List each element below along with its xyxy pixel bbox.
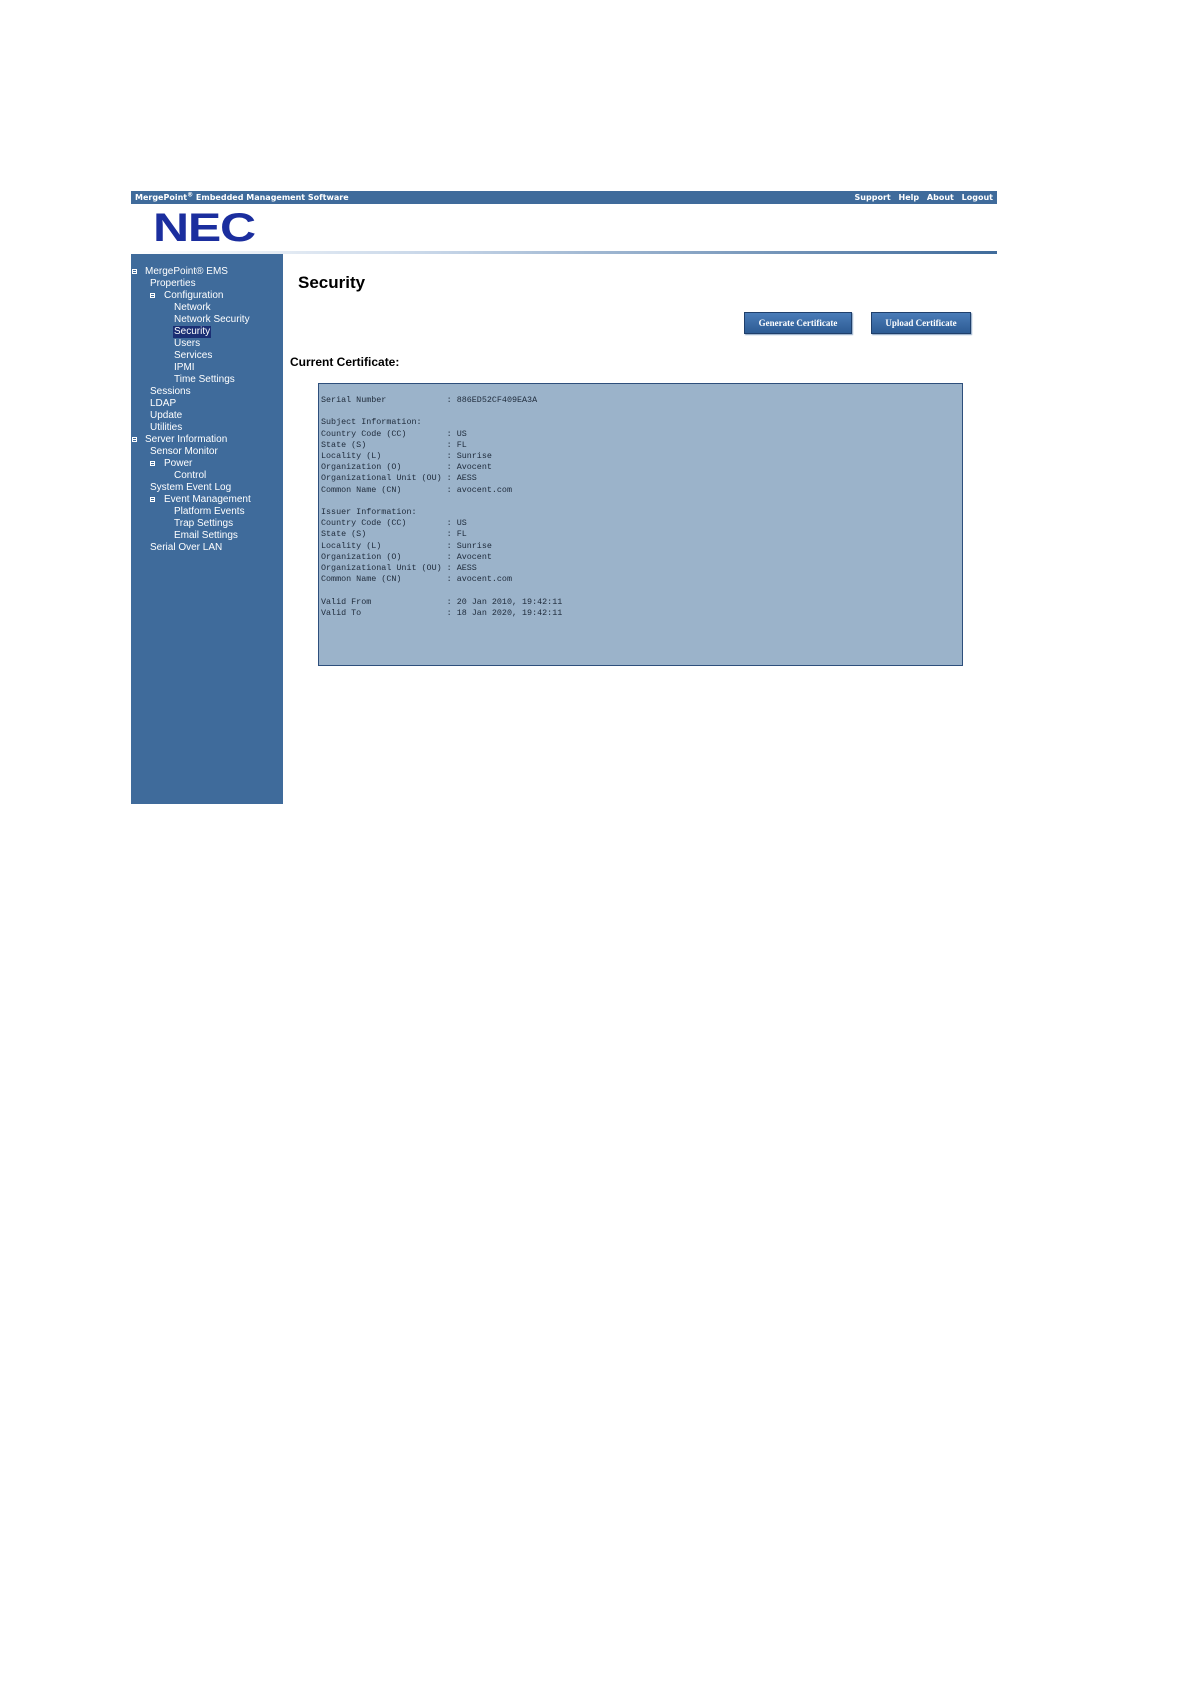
certificate-line: Valid From : 20 Jan 2010, 19:42:11 [321, 596, 563, 607]
collapse-toggle-icon[interactable] [150, 497, 155, 502]
certificate-line: Country Code (CC) : US [321, 518, 467, 529]
certificate-line: Locality (L) : Sunrise [321, 540, 492, 551]
certificate-line: Valid To : 18 Jan 2020, 19:42:11 [321, 607, 563, 618]
logo-header: NEC [131, 204, 997, 254]
about-link[interactable]: About [927, 193, 954, 202]
certificate-line: Locality (L) : Sunrise [321, 451, 492, 462]
sidebar-item-label: Services [174, 350, 213, 361]
logout-link[interactable]: Logout [962, 193, 993, 202]
sidebar-item-label: Network [174, 302, 211, 313]
sidebar-item-label: Server Information [145, 434, 228, 445]
sidebar-item-label: Sensor Monitor [150, 446, 218, 457]
certificate-line: Subject Information: [321, 417, 422, 428]
certificate-panel: Serial Number : 886ED52CF409EA3A Subject… [318, 383, 963, 666]
collapse-toggle-icon[interactable] [132, 269, 137, 274]
certificate-line: Country Code (CC) : US [321, 428, 467, 439]
certificate-line: Organizational Unit (OU) : AESS [321, 473, 477, 484]
collapse-toggle-icon[interactable] [132, 437, 137, 442]
sidebar-item-label: Platform Events [174, 506, 245, 517]
support-link[interactable]: Support [855, 193, 891, 202]
sidebar-item-label: Users [174, 338, 201, 349]
sidebar-item-label: IPMI [174, 362, 195, 373]
sidebar-item-label: Serial Over LAN [150, 542, 223, 553]
page-title: Security [298, 273, 366, 292]
sidebar-item-label: Time Settings [174, 374, 235, 385]
certificate-line: Common Name (CN) : avocent.com [321, 484, 512, 495]
help-link[interactable]: Help [899, 193, 920, 202]
certificate-line: Issuer Information: [321, 507, 417, 518]
generate-certificate-button[interactable]: Generate Certificate [744, 312, 852, 334]
sidebar-item-label: Trap Settings [174, 518, 234, 529]
sidebar-item-label: Security [173, 326, 212, 338]
sidebar-item-label: Update [150, 410, 183, 421]
collapse-toggle-icon[interactable] [150, 293, 155, 298]
certificate-details: Serial Number : 886ED52CF409EA3A Subject… [321, 395, 562, 619]
sidebar-item-label: Email Settings [174, 530, 238, 541]
collapse-toggle-icon[interactable] [150, 461, 155, 466]
current-certificate-label: Current Certificate: [290, 355, 400, 369]
sidebar-item-label: MergePoint® EMS [145, 266, 228, 277]
sidebar-item-label: Network Security [174, 314, 250, 325]
certificate-line: State (S) : FL [321, 439, 467, 450]
certificate-line: State (S) : FL [321, 529, 467, 540]
certificate-line: Organization (O) : Avocent [321, 462, 492, 473]
certificate-line: Serial Number : 886ED52CF409EA3A [321, 395, 538, 405]
brand-subtitle: Embedded Management Software [193, 193, 349, 202]
sidebar-item-label: Configuration [164, 290, 224, 301]
nec-logo: NEC [153, 206, 256, 250]
sidebar-item-label: Properties [150, 278, 196, 289]
top-bar: MergePoint® Embedded Management Software… [131, 191, 997, 204]
sidebar-item-label: Control [174, 470, 207, 481]
sidebar-item-label: LDAP [150, 398, 177, 409]
ems-window: MergePoint® Embedded Management Software… [131, 191, 997, 804]
product-title: MergePoint® Embedded Management Software [135, 191, 349, 204]
sidebar-item-label: System Event Log [150, 482, 232, 493]
sidebar-item-label: Event Management [164, 494, 251, 505]
certificate-line: Common Name (CN) : avocent.com [321, 574, 512, 585]
top-links: Support Help About Logout [850, 191, 993, 204]
main-content: Security Generate Certificate Upload Cer… [283, 254, 997, 804]
upload-certificate-button[interactable]: Upload Certificate [871, 312, 971, 334]
sidebar-item-label: Sessions [150, 386, 191, 397]
sidebar-item-label: Utilities [150, 422, 183, 433]
sidebar: MergePoint® EMS Properties Configuration Ne… [131, 254, 283, 804]
brand-name: MergePoint [135, 193, 188, 202]
sidebar-item-label: Power [164, 458, 193, 469]
certificate-line: Organizational Unit (OU) : AESS [321, 563, 477, 574]
certificate-line: Organization (O) : Avocent [321, 551, 492, 562]
